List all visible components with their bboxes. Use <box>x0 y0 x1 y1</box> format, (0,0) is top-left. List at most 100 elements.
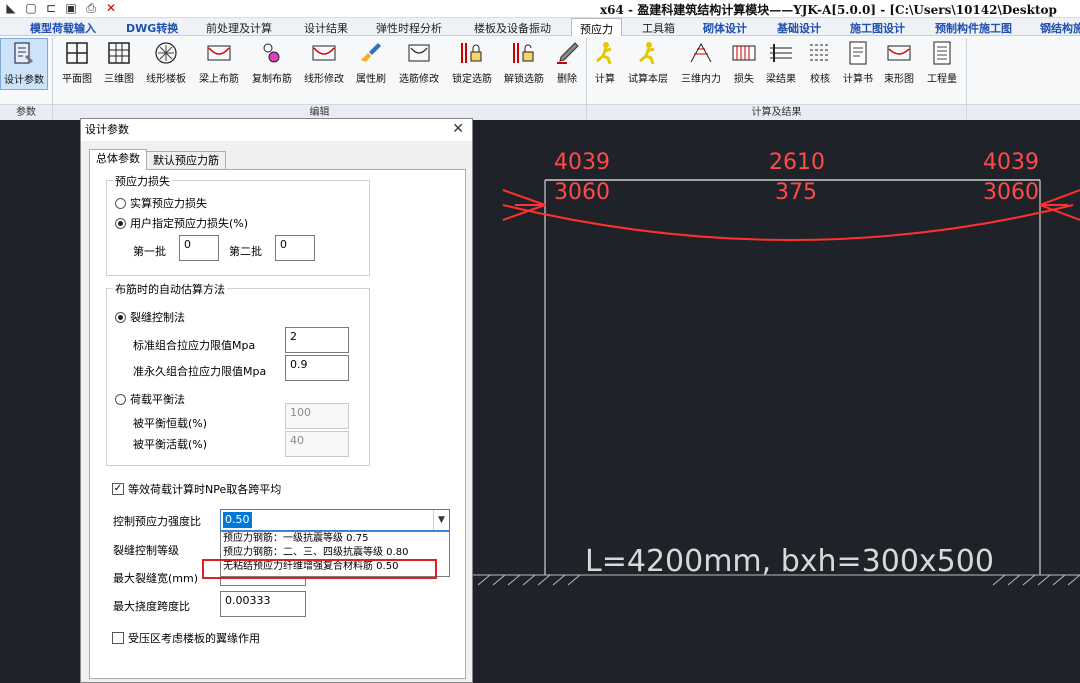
batch1-label: 第一批 <box>133 245 166 258</box>
run-calc-icon <box>596 42 612 65</box>
beam-result-icon <box>770 44 792 62</box>
deflection-input[interactable]: 0.00333 <box>220 591 306 617</box>
tab-general-params[interactable]: 总体参数 <box>89 149 147 170</box>
dropdown-option[interactable]: 预应力钢筋：一级抗震等级 0.75 <box>221 532 449 546</box>
unlock-rebar-icon <box>513 43 534 63</box>
beam-result-button[interactable]: 梁结果 <box>763 38 799 90</box>
tab-design-results[interactable]: 设计结果 <box>304 20 348 36</box>
ctrl-ratio-select[interactable]: 0.50 ▼ <box>220 509 450 531</box>
line-edit-button[interactable]: 线形修改 <box>300 38 348 90</box>
print-icon[interactable]: ⎙ <box>84 1 98 15</box>
beam-rebar-button[interactable]: 梁上布筋 <box>194 38 244 90</box>
tab-steel[interactable]: 钢结构施 <box>1040 20 1080 36</box>
copy-rebar-icon <box>263 43 280 63</box>
chevron-down-icon[interactable]: ▼ <box>433 510 449 530</box>
delete-pen-icon <box>557 42 579 64</box>
left-anchor-arrow <box>502 189 546 221</box>
calculate-button[interactable]: 计算 <box>590 38 620 90</box>
right-anchor-arrow <box>1039 189 1080 221</box>
radio-on-icon <box>115 311 126 323</box>
trial-calc-button[interactable]: 试算本层 <box>624 38 672 90</box>
tab-prestress[interactable]: 预应力 <box>571 18 622 37</box>
dead-load-label: 被平衡恒载(%) <box>133 417 208 430</box>
tab-floor-vibration[interactable]: 楼板及设备振动 <box>474 20 551 36</box>
check-button[interactable]: 校核 <box>805 38 835 90</box>
quantity-button[interactable]: 工程量 <box>922 38 962 90</box>
save-icon[interactable]: ▣ <box>64 1 78 15</box>
close-file-icon[interactable]: ✕ <box>104 1 118 15</box>
radio-crack-control[interactable]: 裂缝控制法 <box>115 309 185 325</box>
3d-view-button[interactable]: 三维图 <box>100 38 138 90</box>
tab-default-tendon[interactable]: 默认预应力筋 <box>146 151 226 169</box>
batch2-input[interactable]: 0 <box>275 235 315 261</box>
dialog-title: 设计参数 <box>81 119 472 141</box>
loss-group-title: 预应力损失 <box>113 173 172 189</box>
live-load-label: 被平衡活载(%) <box>133 438 208 451</box>
copy-rebar-button[interactable]: 复制布筋 <box>248 38 296 90</box>
std-stress-label: 标准组合拉应力限值Mpa <box>133 339 256 352</box>
delete-button[interactable]: 删除 <box>552 38 582 90</box>
slab-line-icon <box>155 42 177 64</box>
ctrl-ratio-label: 控制预应力强度比 <box>113 515 201 528</box>
group-label-params: 参数 <box>0 104 52 120</box>
loss-groupbox: 预应力损失 实算预应力损失 用户指定预应力损失(%) 第一批 0 第二批 0 <box>106 173 370 276</box>
dim-low-mid: 375 <box>775 180 817 205</box>
dropdown-option[interactable]: 预应力钢筋：二、三、四级抗震等级 0.80 <box>221 546 449 560</box>
new-file-icon[interactable]: ▢ <box>24 1 38 15</box>
lock-rebar-button[interactable]: 锁定选筋 <box>448 38 496 90</box>
tab-masonry[interactable]: 砌体设计 <box>703 20 747 36</box>
npe-average-checkbox[interactable]: ✓ 等效荷载计算时NPe取各跨平均 <box>112 481 281 497</box>
group-label-calc-results: 计算及结果 <box>587 104 966 120</box>
method-groupbox: 布筋时的自动估算方法 裂缝控制法 标准组合拉应力限值Mpa 2 准永久组合拉应力… <box>106 281 370 466</box>
batch1-input[interactable]: 0 <box>179 235 219 261</box>
quick-access-toolbar: ◣ ▢ ⊏ ▣ ⎙ ✕ <box>4 1 118 15</box>
3d-force-button[interactable]: 三维内力 <box>677 38 725 90</box>
annotation-highlight-box <box>202 559 437 579</box>
beam-caption: L=4200mm, bxh=300x500 <box>585 544 994 579</box>
line-slab-button[interactable]: 线形楼板 <box>142 38 190 90</box>
tab-toolbox[interactable]: 工具箱 <box>642 20 675 36</box>
brush-icon <box>361 43 381 62</box>
plan-button[interactable]: 平面图 <box>58 38 96 90</box>
batch2-label: 第二批 <box>229 245 262 258</box>
tab-dwg-convert[interactable]: DWG转换 <box>126 20 178 36</box>
radio-actual-loss[interactable]: 实算预应力损失 <box>115 195 207 211</box>
method-group-title: 布筋时的自动估算方法 <box>113 281 227 297</box>
dim-top-left: 4039 <box>554 150 610 175</box>
lock-rebar-icon <box>461 43 482 63</box>
radio-load-balance[interactable]: 荷载平衡法 <box>115 391 185 407</box>
design-params-button[interactable]: 设计参数 <box>0 38 48 90</box>
std-stress-input[interactable]: 2 <box>285 327 349 353</box>
open-folder-icon[interactable]: ⊏ <box>44 1 58 15</box>
menu-icon[interactable]: ◣ <box>4 1 18 15</box>
tendon-shape-button[interactable]: 束形图 <box>880 38 918 90</box>
property-brush-button[interactable]: 属性刷 <box>350 38 392 90</box>
dead-load-input: 100 <box>285 403 349 429</box>
tab-precast[interactable]: 预制构件施工图 <box>935 20 1012 36</box>
3d-grid-icon <box>108 42 130 64</box>
dim-top-right: 4039 <box>983 150 1039 175</box>
loss-button[interactable]: 损失 <box>729 38 759 90</box>
unlock-rebar-button[interactable]: 解锁选筋 <box>500 38 548 90</box>
ctrl-ratio-value: 0.50 <box>223 512 252 528</box>
radio-user-loss[interactable]: 用户指定预应力损失(%) <box>115 215 248 231</box>
rebar-select-edit-icon <box>408 44 430 62</box>
drawing-canvas[interactable]: 4039 2610 4039 3060 375 3060 L=4200mm, b… <box>473 120 1080 683</box>
flange-checkbox[interactable]: 受压区考虑楼板的翼缘作用 <box>112 630 260 646</box>
tab-time-history[interactable]: 弹性时程分析 <box>376 20 442 36</box>
quantity-icon <box>933 41 951 65</box>
rebar-select-edit-button[interactable]: 选筋修改 <box>394 38 444 90</box>
report-button[interactable]: 计算书 <box>840 38 876 90</box>
tab-model-load[interactable]: 模型荷载输入 <box>30 20 96 36</box>
deflection-label: 最大挠度跨度比 <box>113 600 190 613</box>
checkbox-empty-icon <box>112 632 124 644</box>
tab-foundation[interactable]: 基础设计 <box>777 20 821 36</box>
close-icon[interactable]: ✕ <box>452 121 464 137</box>
checkmark-icon: ✓ <box>112 483 124 495</box>
quasi-stress-input[interactable]: 0.9 <box>285 355 349 381</box>
trial-calc-icon <box>639 42 655 65</box>
tab-construction-drawing[interactable]: 施工图设计 <box>850 20 905 36</box>
dim-top-mid: 2610 <box>769 150 825 175</box>
radio-off-icon <box>115 197 126 209</box>
tab-preprocess[interactable]: 前处理及计算 <box>206 20 272 36</box>
